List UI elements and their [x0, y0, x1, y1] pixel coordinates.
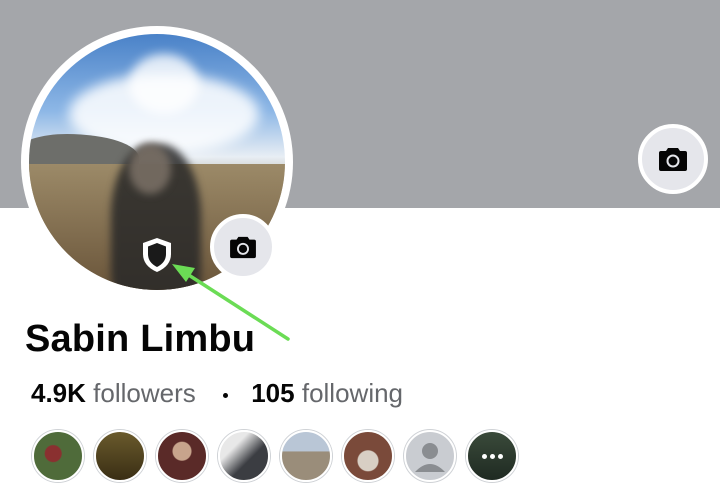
friends-avatars — [32, 430, 518, 482]
friend-avatar[interactable] — [156, 430, 208, 482]
edit-profile-picture-button[interactable] — [210, 214, 276, 280]
more-dots-icon — [468, 432, 516, 480]
followers-label: followers — [93, 378, 196, 408]
camera-icon — [659, 148, 687, 171]
friend-avatar[interactable] — [280, 430, 332, 482]
friend-avatar[interactable] — [32, 430, 84, 482]
friend-avatar[interactable] — [218, 430, 270, 482]
friend-avatar[interactable] — [94, 430, 146, 482]
shield-icon — [143, 238, 171, 272]
follow-stats: 4.9K followers 105 following — [31, 378, 403, 409]
more-friends-button[interactable] — [466, 430, 518, 482]
edit-cover-photo-button[interactable] — [638, 124, 708, 194]
friend-avatar[interactable] — [342, 430, 394, 482]
following-label: following — [301, 378, 404, 408]
followers-count: 4.9K — [31, 378, 86, 408]
following-link[interactable]: 105 following — [251, 378, 403, 408]
default-avatar-icon — [415, 443, 445, 472]
friend-avatar[interactable] — [404, 430, 456, 482]
profile-name: Sabin Limbu — [25, 318, 256, 360]
followers-link[interactable]: 4.9K followers — [31, 378, 203, 408]
separator-dot — [222, 392, 228, 398]
following-count: 105 — [251, 378, 295, 408]
camera-icon — [230, 236, 256, 259]
